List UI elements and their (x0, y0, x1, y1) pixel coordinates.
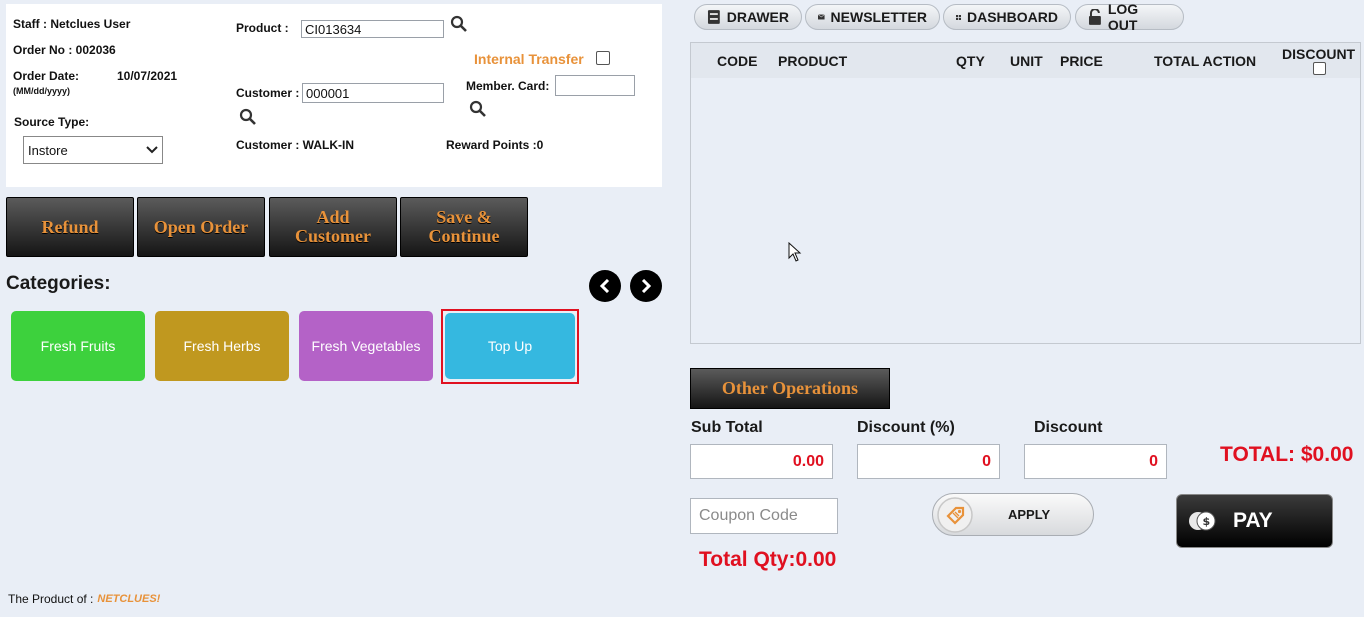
pay-button[interactable]: $ PAY (1176, 494, 1333, 548)
order-info-panel: Staff : Netclues User Order No : 002036 … (6, 4, 662, 187)
pay-label: PAY (1233, 509, 1273, 532)
col-total-action: TOTAL ACTION (1154, 53, 1257, 69)
add-customer-button[interactable]: Add Customer (269, 197, 397, 257)
apply-label: APPLY (1008, 507, 1051, 522)
coins-icon: $ (1189, 511, 1216, 531)
discount-field[interactable]: 0 (1024, 444, 1167, 479)
source-type-select[interactable]: Instore (23, 136, 163, 164)
order-date-value: 10/07/2021 (117, 69, 178, 83)
other-operations-button[interactable]: Other Operations (690, 368, 890, 409)
chevron-right-icon (641, 279, 652, 293)
discount-all-checkbox[interactable] (1313, 62, 1326, 75)
col-price: PRICE (1060, 53, 1103, 69)
discount-pct-label: Discount (%) (857, 419, 955, 436)
order-date-label: Order Date: (13, 69, 80, 83)
member-card-input[interactable] (555, 75, 635, 96)
col-code: CODE (717, 53, 758, 69)
save-continue-button[interactable]: Save & Continue (400, 197, 528, 257)
reward-points: Reward Points :0 (446, 138, 544, 152)
sub-total-label: Sub Total (691, 419, 763, 436)
category-top-up[interactable]: Top Up (445, 313, 575, 379)
categories-heading: Categories: (6, 273, 111, 294)
customer-search-icon[interactable] (239, 108, 257, 126)
internal-transfer-label: Internal Transfer (474, 51, 584, 67)
member-card-search-icon[interactable] (469, 100, 487, 118)
envelope-icon (818, 14, 825, 20)
internal-transfer-checkbox[interactable] (596, 51, 610, 65)
category-fresh-herbs[interactable]: Fresh Herbs (155, 311, 289, 381)
customer-name: Customer : WALK-IN (236, 138, 354, 152)
svg-text:$: $ (1203, 515, 1211, 528)
footer-text: The Product of : (8, 592, 94, 606)
dashboard-button[interactable]: DASHBOARD (943, 4, 1071, 30)
newsletter-button[interactable]: NEWSLETTER (805, 4, 940, 30)
product-label: Product : (236, 21, 289, 35)
sub-total-field[interactable]: 0.00 (690, 444, 833, 479)
category-fresh-fruits[interactable]: Fresh Fruits (11, 311, 145, 381)
unlock-icon (1088, 9, 1101, 25)
refund-button[interactable]: Refund (6, 197, 134, 257)
prev-category-button[interactable] (589, 270, 621, 302)
save-continue-label: Save & Continue (428, 207, 500, 246)
add-customer-label: Add Customer (295, 207, 371, 246)
open-order-button[interactable]: Open Order (137, 197, 265, 257)
drawer-label: DRAWER (726, 9, 789, 25)
discount-pct-field[interactable]: 0 (857, 444, 1000, 479)
chevron-down-icon (146, 146, 158, 154)
grand-total: TOTAL: $0.00 (1220, 443, 1354, 466)
logout-button[interactable]: LOG OUT (1075, 1, 1184, 33)
col-discount: DISCOUNT (1282, 46, 1356, 62)
drawer-icon (707, 10, 720, 24)
chevron-left-icon (599, 279, 610, 293)
table-header: CODE PRODUCT QTY UNIT PRICE TOTAL ACTION… (691, 43, 1360, 78)
source-type-value: Instore (28, 142, 68, 158)
newsletter-label: NEWSLETTER (830, 9, 927, 25)
netclues-logo[interactable]: NETCLUES! (97, 593, 160, 605)
apply-coupon-button[interactable]: APPLY (932, 493, 1094, 536)
member-card-label: Member. Card: (466, 79, 550, 93)
dashboard-grid-icon (956, 14, 961, 20)
coupon-tag-icon (937, 496, 973, 533)
col-unit: UNIT (1010, 53, 1043, 69)
col-qty: QTY (956, 53, 985, 69)
col-product: PRODUCT (778, 53, 848, 69)
coupon-code-input[interactable]: Coupon Code (690, 498, 838, 534)
total-qty: Total Qty:0.00 (699, 548, 837, 571)
order-date-format: (MM/dd/yyyy) (13, 86, 71, 96)
category-fresh-vegetables[interactable]: Fresh Vegetables (299, 311, 433, 381)
discount-label: Discount (1034, 419, 1103, 436)
footer: The Product of : NETCLUES! (8, 592, 160, 606)
order-items-table: CODE PRODUCT QTY UNIT PRICE TOTAL ACTION… (690, 42, 1361, 344)
mouse-cursor-icon (788, 242, 802, 262)
product-search-icon[interactable] (450, 15, 468, 33)
customer-input[interactable] (302, 83, 444, 103)
product-input[interactable] (301, 20, 444, 38)
staff-label: Staff : Netclues User (13, 17, 131, 31)
customer-label: Customer : (236, 86, 300, 100)
drawer-button[interactable]: DRAWER (694, 4, 802, 30)
source-type-label: Source Type: (14, 115, 90, 129)
logout-label: LOG OUT (1107, 1, 1139, 33)
dashboard-label: DASHBOARD (967, 9, 1058, 25)
next-category-button[interactable] (630, 270, 662, 302)
order-no-label: Order No : 002036 (13, 43, 116, 57)
